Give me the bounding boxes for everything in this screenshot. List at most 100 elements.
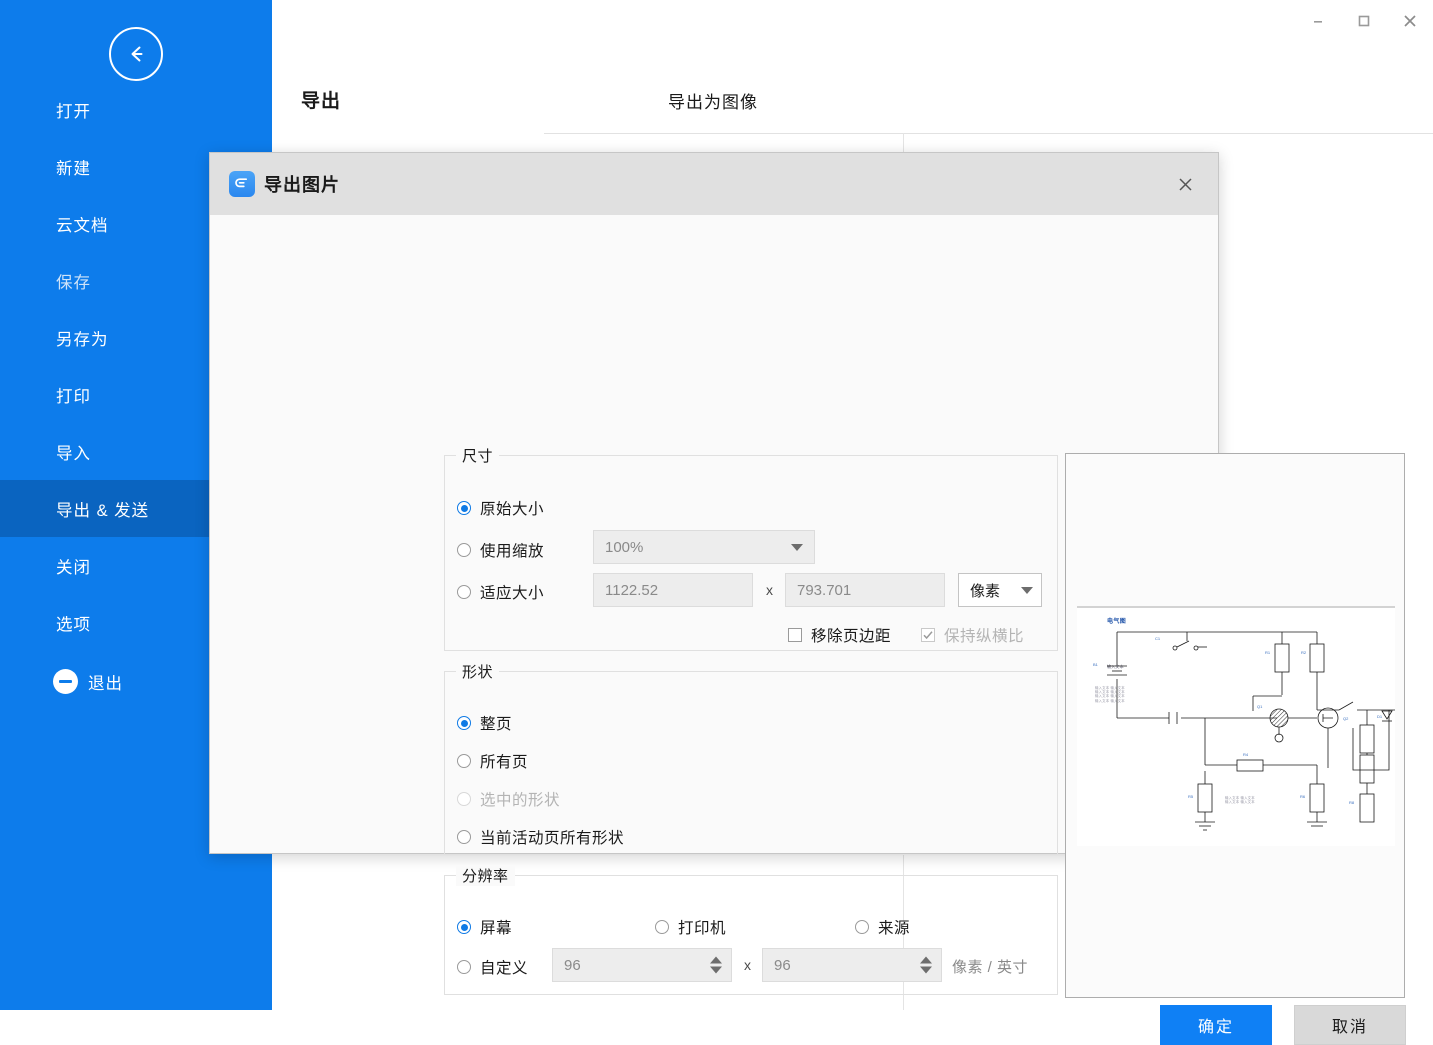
dpi-unit-label: 像素 / 英寸 [952,959,1029,976]
radio-indicator [457,960,471,974]
resolution-fieldset: 分辨率 [444,865,1058,995]
svg-text:R1: R1 [1265,650,1271,655]
dialog-titlebar: 导出图片 [210,153,1218,215]
radio-indicator [457,920,471,934]
chevron-down-icon [791,543,803,551]
sidebar-item-label: 选项 [56,615,91,634]
dpi-x-value: 96 [564,956,581,974]
fit-height-value: 793.701 [797,581,852,599]
ok-button[interactable]: 确定 [1160,1005,1272,1045]
radio-indicator [457,830,471,844]
sidebar-item-label: 保存 [56,273,91,292]
page-subtitle: 导出为图像 [668,93,758,112]
checkbox-remove-margin[interactable]: 移除页边距 [788,624,891,646]
scale-value: 100% [605,538,644,556]
preview-page-sheet: 电气图 输入文本 输入文本 输入文本 输入文本 输入文本 输入文本 输入文本 输… [1077,606,1395,846]
size-legend: 尺寸 [456,445,500,466]
radio-use-scale[interactable]: 使用缩放 [457,539,544,561]
radio-fit-size[interactable]: 适应大小 [457,581,544,603]
radio-original-size[interactable]: 原始大小 [457,497,544,519]
page-title: 导出 [301,91,342,112]
sidebar-item-label: 导入 [56,444,91,463]
checkbox-keep-ratio: 保持纵横比 [921,624,1024,646]
radio-indicator [457,501,471,515]
radio-printer[interactable]: 打印机 [655,916,726,938]
radio-indicator [457,543,471,557]
radio-label: 屏幕 [480,920,513,937]
sidebar-item-label: 另存为 [56,330,109,349]
chevron-down-icon [1021,586,1033,594]
sidebar-item-label: 云文档 [56,216,109,235]
radio-all-pages[interactable]: 所有页 [457,750,528,772]
shape-legend: 形状 [456,661,500,682]
svg-text:R5: R5 [1188,794,1194,799]
radio-indicator [655,920,669,934]
dialog-button-row: 确定 取消 [1160,1005,1406,1045]
sidebar-item-label: 导出 & 发送 [56,501,150,520]
svg-text:R4: R4 [1243,752,1249,757]
svg-text:Q2: Q2 [1343,716,1349,721]
svg-text:Q1: Q1 [1257,704,1263,709]
resolution-legend: 分辨率 [456,865,515,886]
svg-text:R8: R8 [1349,800,1355,805]
back-button[interactable] [109,27,163,81]
radio-selected-shapes: 选中的形状 [457,788,560,810]
radio-custom-dpi[interactable]: 自定义 [457,956,528,978]
radio-label: 当前活动页所有形状 [480,830,625,847]
radio-label: 打印机 [678,920,727,937]
sidebar-item-label: 新建 [56,159,91,178]
radio-label: 整页 [480,716,513,733]
circuit-diagram: C1 B1 R1 R2 Q1 Q2 R5 R6 R4 R8 D1 D2 [1093,631,1395,831]
svg-text:B1: B1 [1093,662,1099,667]
radio-label: 原始大小 [480,501,545,518]
radio-label: 自定义 [480,960,529,977]
checkbox-label: 移除页边距 [811,628,892,645]
dpi-y-stepper[interactable]: 96 [762,948,942,982]
dialog-close-icon[interactable] [1170,169,1200,199]
svg-text:R2: R2 [1301,650,1307,655]
export-image-dialog: 导出图片 尺寸 原始大小 使用缩放 100% 适应大小 1122.52 x 79… [209,152,1406,1045]
close-icon[interactable] [1387,0,1433,42]
svg-text:D1: D1 [1377,714,1383,719]
stepper-arrows[interactable] [920,956,932,974]
cancel-button[interactable]: 取消 [1294,1005,1406,1045]
dpi-x-stepper[interactable]: 96 [552,948,732,982]
fit-height-input[interactable]: 793.701 [785,573,945,607]
dpi-y-value: 96 [774,956,791,974]
scale-select[interactable]: 100% [593,530,815,564]
export-preview-panel[interactable]: 电气图 输入文本 输入文本 输入文本 输入文本 输入文本 输入文本 输入文本 输… [1065,453,1405,998]
sidebar-item-label: 打开 [56,102,91,121]
sidebar-item-open[interactable]: 打开 [0,81,272,138]
fit-width-input[interactable]: 1122.52 [593,573,753,607]
maximize-button[interactable] [1341,0,1387,42]
dialog-title: 导出图片 [264,175,340,195]
radio-indicator [457,716,471,730]
radio-whole-page[interactable]: 整页 [457,712,512,734]
radio-source[interactable]: 来源 [855,916,910,938]
app-logo-icon [229,171,255,197]
svg-text:R6: R6 [1300,794,1306,799]
radio-label: 来源 [878,920,911,937]
window-controls [1263,0,1433,42]
unit-select[interactable]: 像素 [958,573,1042,607]
radio-indicator [457,585,471,599]
svg-text:C1: C1 [1155,636,1161,641]
checkbox-label: 保持纵横比 [944,628,1025,645]
radio-label: 使用缩放 [480,543,545,560]
radio-label: 选中的形状 [480,792,561,809]
stepper-arrows[interactable] [710,956,722,974]
minus-circle-icon [53,669,78,694]
dialog-body: 尺寸 原始大小 使用缩放 100% 适应大小 1122.52 x 793.701… [210,215,1406,1045]
unit-value: 像素 [970,582,1001,600]
radio-indicator [457,754,471,768]
sidebar-item-label: 打印 [56,387,91,406]
radio-label: 所有页 [480,754,529,771]
radio-active-page-shapes[interactable]: 当前活动页所有形状 [457,826,624,848]
fit-width-value: 1122.52 [605,581,659,599]
sidebar-item-label: 退出 [88,674,123,693]
radio-label: 适应大小 [480,585,545,602]
minimize-button[interactable] [1295,0,1341,42]
radio-screen[interactable]: 屏幕 [457,916,512,938]
dpi-x-separator: x [744,957,751,973]
checkbox-indicator [788,628,802,642]
